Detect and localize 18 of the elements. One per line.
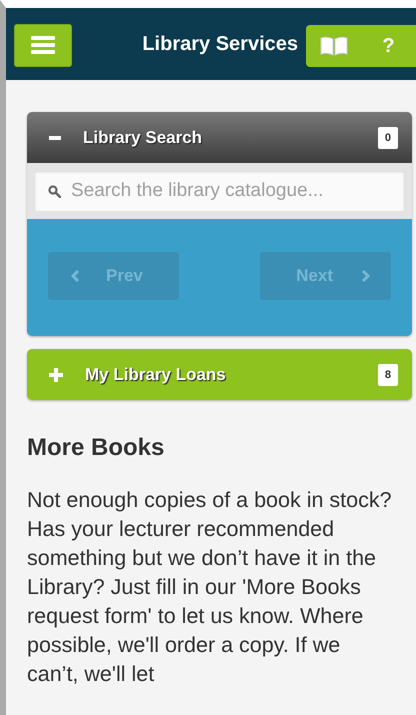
count-badge: 8 bbox=[378, 364, 398, 386]
app-title: Library Services bbox=[141, 32, 299, 56]
panel-header[interactable]: Library Search 0 bbox=[27, 112, 412, 163]
plus-icon bbox=[49, 368, 63, 382]
search-field[interactable]: Search the library catalogue... bbox=[35, 171, 404, 211]
search-icon bbox=[48, 185, 61, 198]
chevron-left-icon bbox=[70, 268, 80, 282]
panel-title: My Library Loans bbox=[85, 364, 227, 384]
count-badge: 0 bbox=[378, 126, 398, 148]
paragraph: Not enough copies of a book in stock? Has your lecturer recommended something but we don’t have it in the Library? Just fill in our 'More Books request form' to let us know. Where possible, we'll order a copy. If we can’t, we'll let bbox=[27, 487, 393, 688]
panel-title: Library Search bbox=[83, 128, 204, 148]
menu-button[interactable] bbox=[14, 24, 72, 66]
book-icon bbox=[320, 36, 348, 56]
panel-header[interactable]: My Library Loans 8 bbox=[27, 349, 412, 400]
chevron-right-icon bbox=[361, 268, 371, 282]
menu-icon bbox=[31, 35, 55, 55]
section-heading: More Books bbox=[27, 434, 166, 462]
help-button[interactable]: ? bbox=[361, 25, 416, 67]
